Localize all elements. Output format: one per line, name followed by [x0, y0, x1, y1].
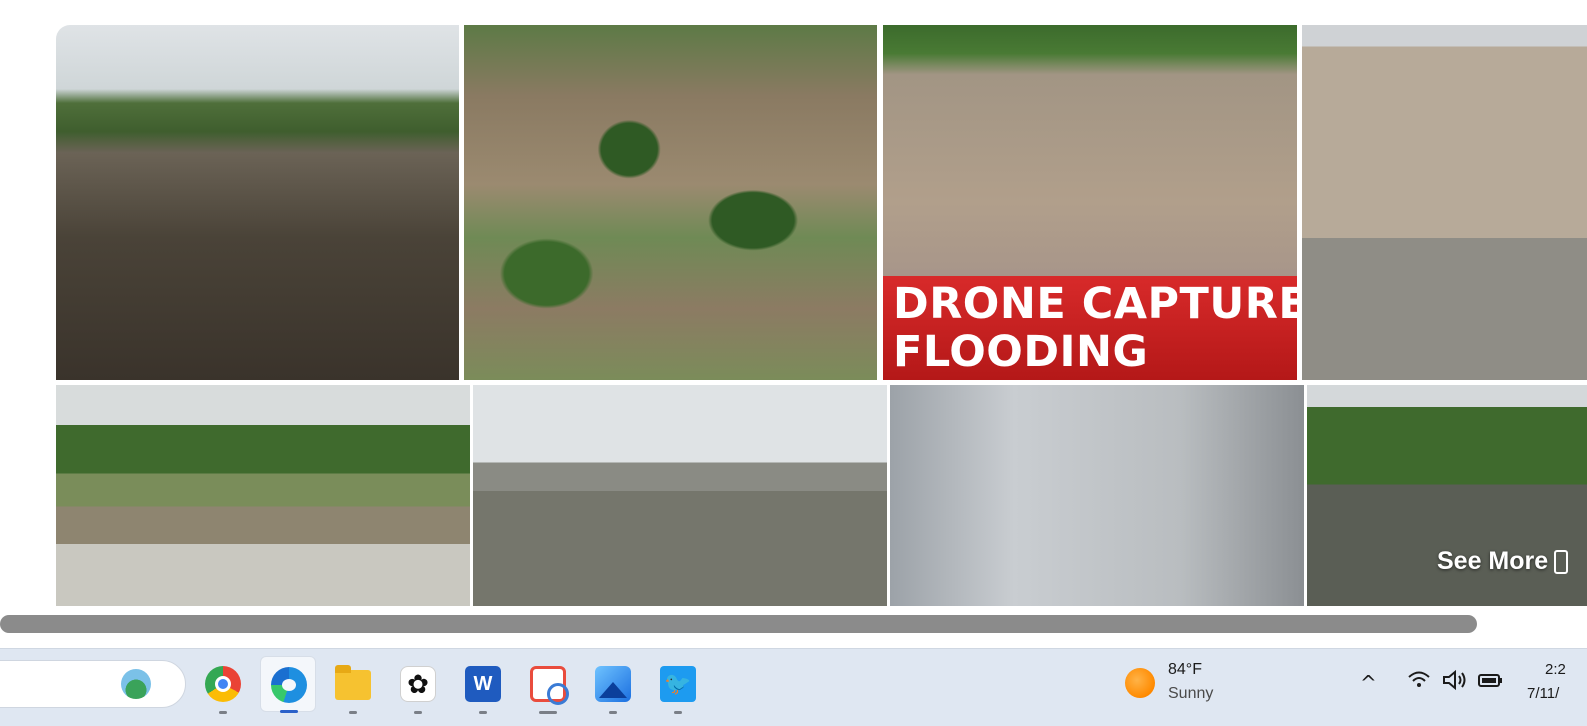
chatgpt-icon: ✿	[400, 666, 436, 702]
news-banner: DRONE CAPTURES FLOODING	[883, 276, 1297, 380]
sun-icon[interactable]	[1125, 668, 1155, 698]
running-indicator	[539, 711, 557, 714]
clock-time[interactable]: 2:2	[1545, 661, 1566, 678]
search-highlight-icon	[121, 669, 151, 699]
see-more-label: See More	[1437, 547, 1549, 575]
chatgpt-button[interactable]: ✿	[390, 656, 446, 714]
chrome-icon	[205, 666, 241, 702]
folder-icon	[335, 665, 371, 700]
photos-icon	[595, 666, 631, 702]
weather-temperature[interactable]: 84°F	[1168, 661, 1202, 679]
scrollbar-thumb[interactable]	[0, 615, 1477, 633]
chevron-up-icon[interactable]: ^	[1360, 671, 1377, 695]
weather-condition[interactable]: Sunny	[1168, 685, 1213, 703]
chrome-button[interactable]	[195, 656, 251, 714]
image-gallery: DRONE CAPTURES FLOODING See More	[0, 0, 1587, 612]
horizontal-scrollbar[interactable]	[0, 614, 1587, 633]
word-icon: W	[465, 666, 501, 702]
image-tile-flooded-river[interactable]	[56, 385, 470, 606]
running-indicator	[414, 711, 422, 714]
word-button[interactable]: W	[455, 656, 511, 714]
battery-icon[interactable]	[1477, 669, 1505, 696]
banner-line-1: DRONE CAPTURES	[893, 279, 1297, 329]
twitter-button[interactable]: 🐦	[650, 656, 706, 714]
snipping-tool-button[interactable]	[520, 656, 576, 714]
image-tile-drone-flooding[interactable]: DRONE CAPTURES FLOODING	[883, 25, 1297, 380]
volume-icon[interactable]	[1442, 669, 1468, 696]
clock-date[interactable]: 7/11/	[1527, 685, 1559, 702]
banner-line-2: FLOODING	[893, 327, 1149, 377]
running-indicator	[349, 711, 357, 714]
see-more-link[interactable]: See More	[1437, 547, 1569, 576]
wifi-icon[interactable]	[1407, 669, 1431, 696]
edge-icon	[271, 667, 307, 703]
image-tile-aerial-flooded-town[interactable]	[464, 25, 877, 380]
file-explorer-button[interactable]	[325, 656, 381, 714]
running-indicator	[674, 711, 682, 714]
active-indicator	[280, 710, 298, 713]
running-indicator	[219, 711, 227, 714]
image-tile-flooded-gas-station[interactable]	[473, 385, 887, 606]
image-tile-flooded-neighborhood[interactable]: See More	[1307, 385, 1587, 606]
taskbar-search-box[interactable]	[0, 660, 186, 708]
photos-button[interactable]	[585, 656, 641, 714]
expand-icon	[1554, 550, 1569, 575]
snipping-tool-icon	[530, 666, 569, 705]
running-indicator	[479, 711, 487, 714]
image-tile-flooded-house[interactable]	[1302, 25, 1587, 380]
edge-button[interactable]	[260, 656, 316, 713]
twitter-icon: 🐦	[660, 666, 696, 702]
image-tile-man-cowboy-hat[interactable]	[890, 385, 1304, 606]
image-tile-flooded-freeway[interactable]	[56, 25, 459, 380]
running-indicator	[609, 711, 617, 714]
taskbar: ✿ W 🐦 84°F Sunny ^ 2:2 7/11/	[0, 648, 1587, 726]
